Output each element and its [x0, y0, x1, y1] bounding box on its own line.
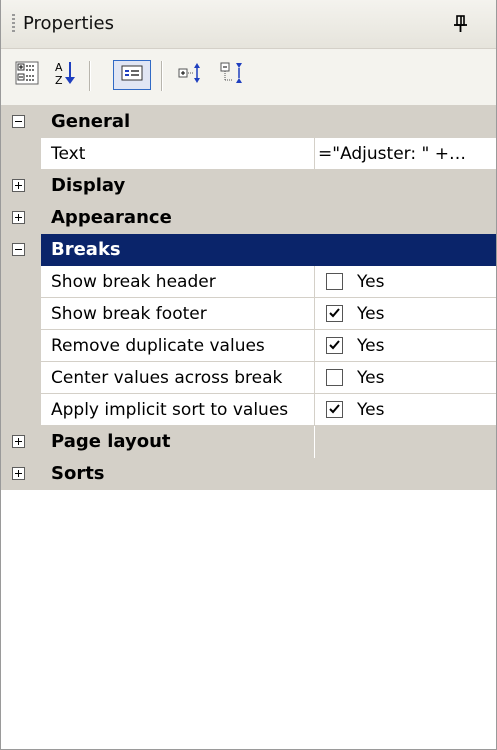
property-pages-button[interactable]	[113, 60, 151, 90]
property-pages-icon	[121, 65, 143, 86]
category-page-layout[interactable]: Page layout	[1, 426, 496, 458]
checkmark-icon	[329, 308, 340, 318]
checkmark-icon	[329, 404, 340, 414]
checkbox-label: Yes	[357, 304, 385, 324]
category-label: Appearance	[41, 202, 496, 234]
panel-title-bar[interactable]: Properties	[1, 0, 496, 49]
property-name: Center values across break	[41, 362, 314, 394]
categorized-icon	[15, 61, 39, 90]
category-general[interactable]: General	[1, 106, 496, 138]
checkbox-label: Yes	[357, 272, 385, 292]
property-value[interactable]: Yes	[314, 330, 496, 362]
categorized-view-button[interactable]	[13, 60, 41, 90]
properties-toolbar: A Z	[1, 49, 496, 106]
expand-all-button[interactable]	[177, 60, 205, 90]
property-name: Show break footer	[41, 298, 314, 330]
property-value[interactable]: Yes	[314, 362, 496, 394]
alphabetical-view-button[interactable]: A Z	[51, 60, 79, 90]
collapse-icon[interactable]	[12, 115, 25, 128]
property-row-text[interactable]: Text ="Adjuster: " +…	[1, 138, 496, 170]
property-value[interactable]: Yes	[314, 394, 496, 426]
category-display[interactable]: Display	[1, 170, 496, 202]
property-row-show-break-header[interactable]: Show break header Yes	[1, 266, 496, 298]
drag-grip-icon[interactable]	[12, 14, 15, 34]
checkmark-icon	[329, 340, 340, 350]
property-name: Text	[41, 138, 314, 170]
svg-text:Z: Z	[55, 74, 63, 86]
property-name: Apply implicit sort to values	[41, 394, 314, 426]
checkbox-label: Yes	[357, 368, 385, 388]
category-breaks[interactable]: Breaks	[1, 234, 496, 266]
collapse-icon[interactable]	[12, 243, 25, 256]
collapse-all-button[interactable]	[219, 60, 247, 90]
expand-icon[interactable]	[12, 435, 25, 448]
property-row-show-break-footer[interactable]: Show break footer Yes	[1, 298, 496, 330]
checkbox[interactable]	[326, 273, 343, 290]
checkbox[interactable]	[326, 305, 343, 322]
expand-icon[interactable]	[12, 179, 25, 192]
category-appearance[interactable]: Appearance	[1, 202, 496, 234]
property-value-text[interactable]: ="Adjuster: " +…	[314, 138, 496, 170]
property-value[interactable]: Yes	[314, 266, 496, 298]
expand-all-icon	[177, 60, 205, 91]
panel-title: Properties	[23, 13, 114, 34]
property-row-apply-implicit-sort[interactable]: Apply implicit sort to values Yes	[1, 394, 496, 426]
expand-icon[interactable]	[12, 467, 25, 480]
sort-az-icon: A Z	[53, 60, 77, 91]
category-label: Display	[41, 170, 496, 202]
category-sorts[interactable]: Sorts	[1, 458, 496, 490]
collapse-all-icon	[219, 60, 247, 91]
property-name: Remove duplicate values	[41, 330, 314, 362]
category-label: Breaks	[41, 234, 496, 266]
expand-icon[interactable]	[12, 211, 25, 224]
checkbox-label: Yes	[357, 400, 385, 420]
property-row-center-values-across-break[interactable]: Center values across break Yes	[1, 362, 496, 394]
properties-panel: Properties A Z General Text ="Adjuster: …	[0, 0, 497, 750]
property-value[interactable]: Yes	[314, 298, 496, 330]
property-name: Show break header	[41, 266, 314, 298]
checkbox[interactable]	[326, 401, 343, 418]
checkbox[interactable]	[326, 337, 343, 354]
toolbar-separator	[161, 61, 162, 91]
toolbar-separator	[89, 61, 90, 91]
category-label: Page layout	[41, 426, 314, 458]
svg-text:A: A	[55, 61, 63, 74]
property-row-remove-duplicate-values[interactable]: Remove duplicate values Yes	[1, 330, 496, 362]
pin-icon[interactable]	[451, 13, 471, 35]
checkbox[interactable]	[326, 369, 343, 386]
category-label: Sorts	[41, 458, 496, 490]
category-label: General	[41, 106, 496, 138]
checkbox-label: Yes	[357, 336, 385, 356]
